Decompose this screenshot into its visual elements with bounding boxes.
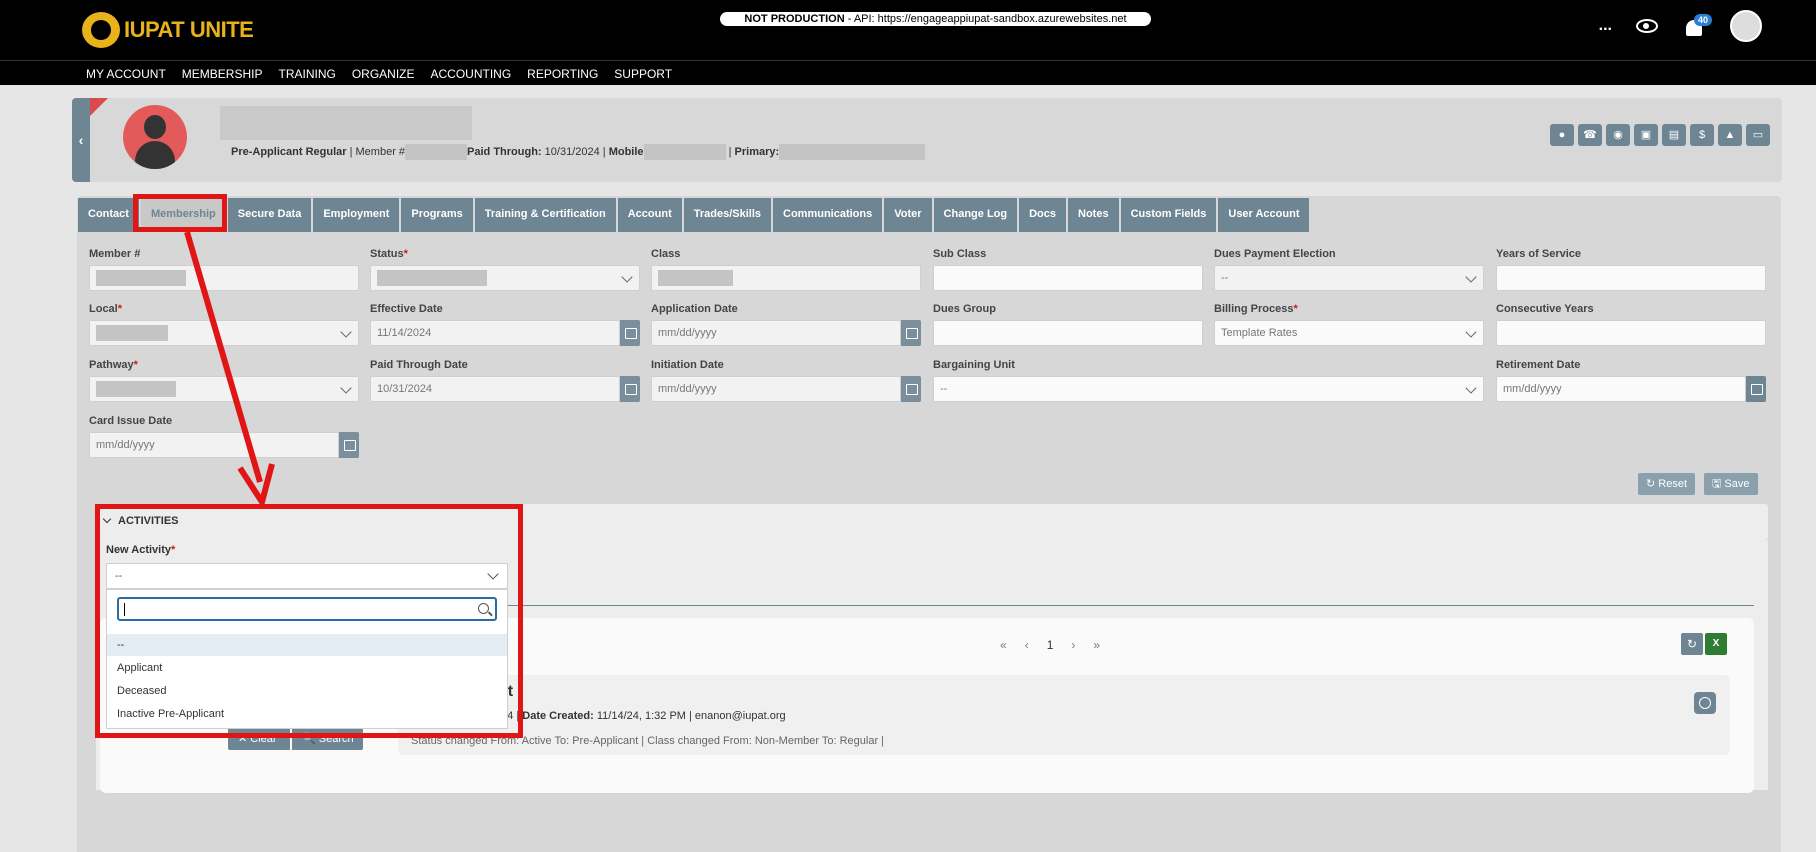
annotation-arrow [184, 231, 275, 510]
arrow-shaft [184, 231, 263, 483]
